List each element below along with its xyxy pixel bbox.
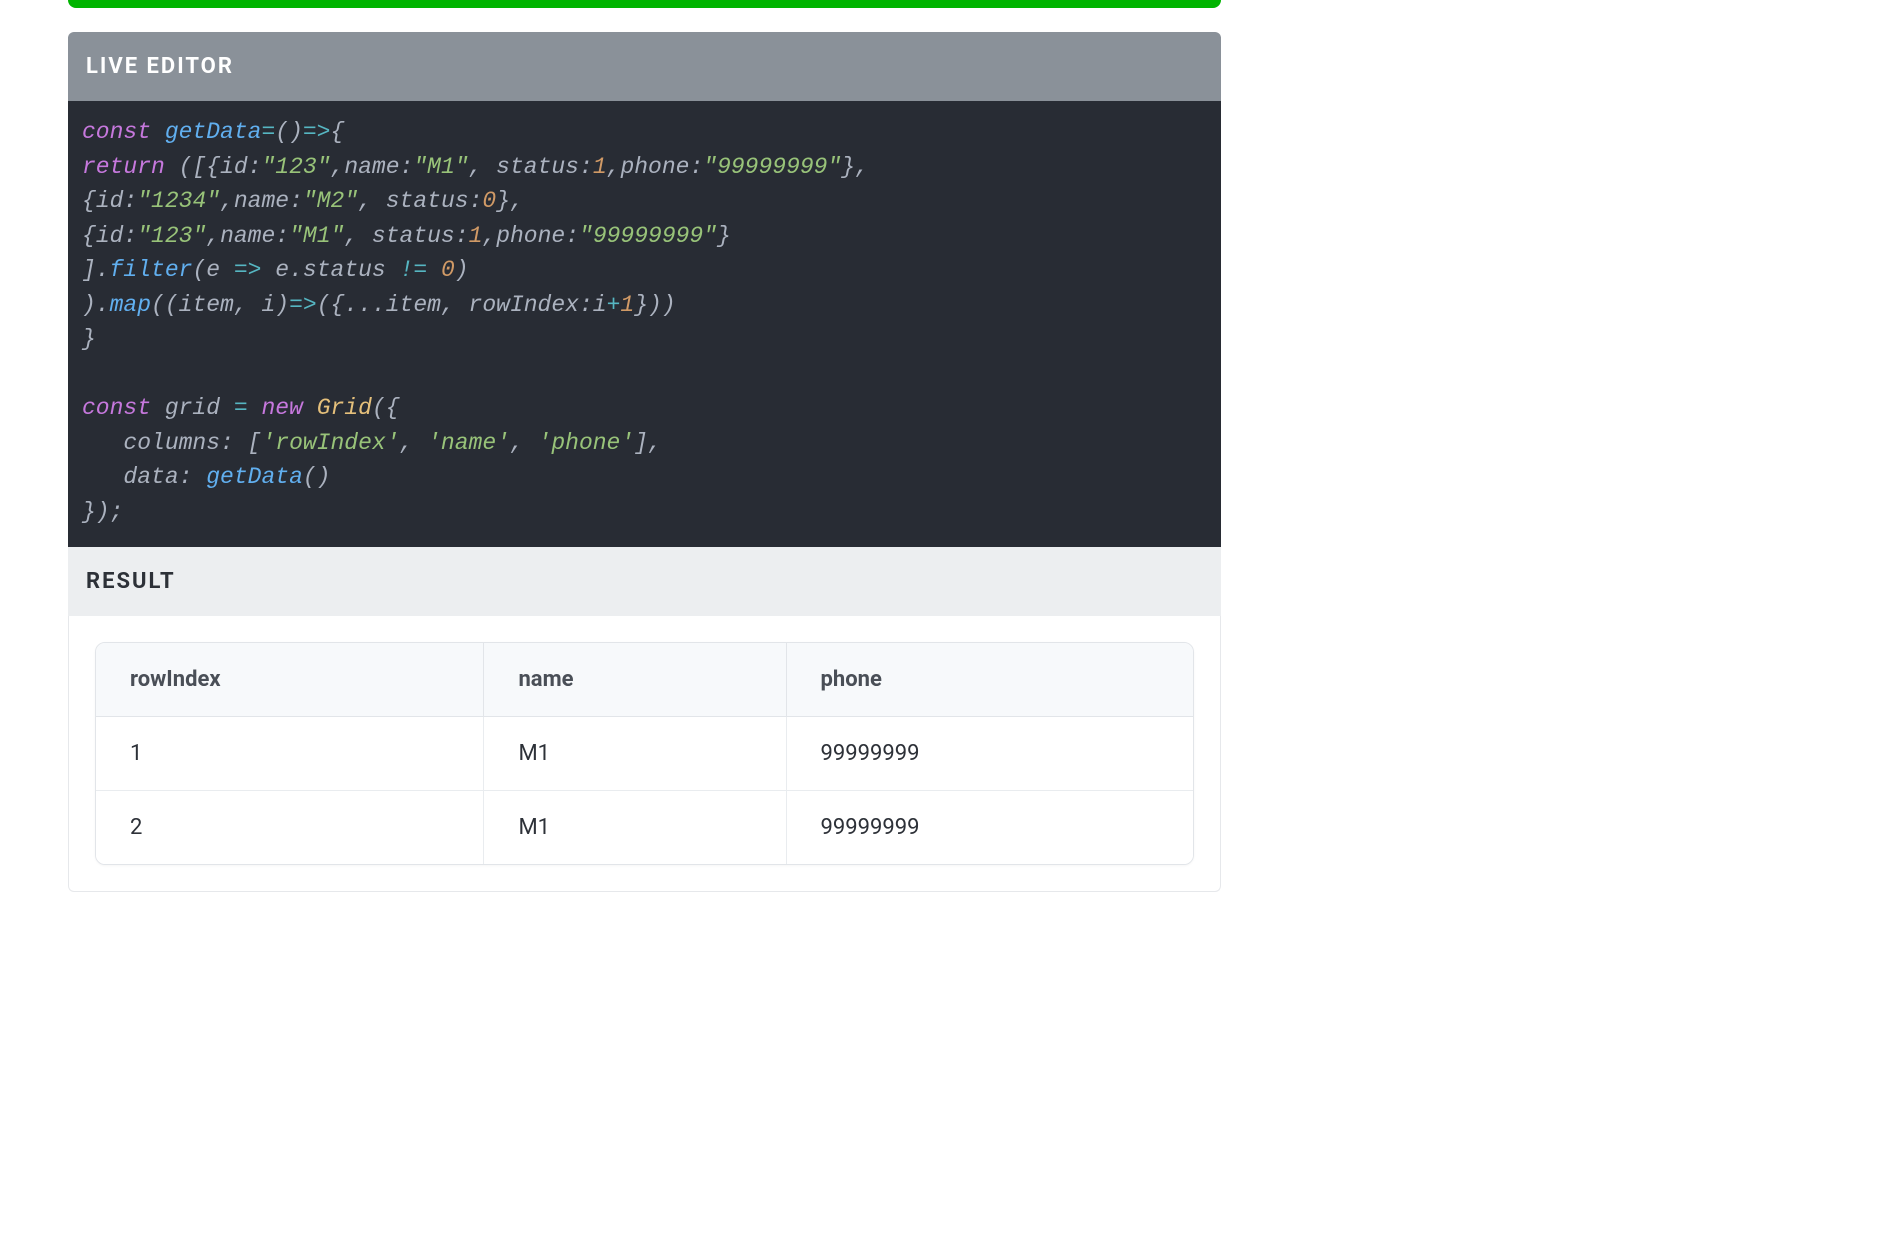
table-row: 2 M1 99999999: [96, 791, 1193, 864]
code-editor[interactable]: const getData=()=>{ return ([{id:"123",n…: [68, 101, 1221, 547]
table-row: 1 M1 99999999: [96, 717, 1193, 791]
cell-phone: 99999999: [787, 717, 1193, 791]
result-table: rowIndex name phone 1 M1 99999999 2 M1 9…: [95, 642, 1194, 865]
cell-phone: 99999999: [787, 791, 1193, 864]
cell-name: M1: [484, 791, 786, 864]
col-header-name[interactable]: name: [484, 643, 786, 717]
result-header: RESULT: [68, 547, 1221, 616]
result-body: rowIndex name phone 1 M1 99999999 2 M1 9…: [68, 616, 1221, 892]
table-header-row: rowIndex name phone: [96, 643, 1193, 717]
top-green-bar: [68, 0, 1221, 8]
cell-rowindex: 1: [96, 717, 484, 791]
live-editor-header: LIVE EDITOR: [68, 32, 1221, 101]
cell-rowindex: 2: [96, 791, 484, 864]
col-header-phone[interactable]: phone: [787, 643, 1193, 717]
cell-name: M1: [484, 717, 786, 791]
col-header-rowindex[interactable]: rowIndex: [96, 643, 484, 717]
